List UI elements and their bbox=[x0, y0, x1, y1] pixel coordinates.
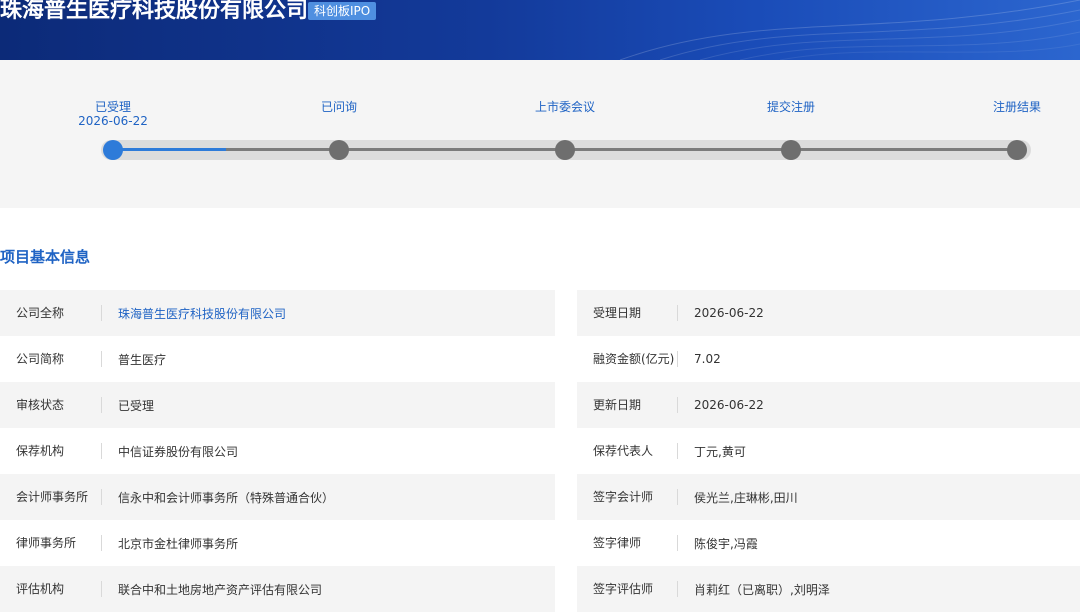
info-value: 肖莉红（已离职）,刘明泽 bbox=[694, 582, 830, 597]
step-dot-accepted bbox=[103, 140, 123, 160]
review-progress: 已受理 2026-06-22 已问询 上市委会议 提交注册 注册结果 bbox=[0, 60, 1080, 208]
info-value: 普生医疗 bbox=[118, 352, 167, 367]
info-label: 评估机构 bbox=[0, 581, 102, 597]
info-label: 受理日期 bbox=[577, 305, 678, 321]
step-name: 已受理 bbox=[94, 100, 131, 114]
info-label: 公司简称 bbox=[0, 351, 102, 367]
step-label-inquired: 已问询 bbox=[321, 100, 357, 114]
step-dot-committee bbox=[555, 140, 575, 160]
step-label-accepted: 已受理 2026-06-22 bbox=[78, 100, 148, 128]
info-label: 公司全称 bbox=[0, 305, 102, 321]
section-title: 项目基本信息 bbox=[0, 248, 91, 266]
step-dot-registration-result bbox=[1007, 140, 1027, 160]
info-label: 审核状态 bbox=[0, 397, 102, 413]
info-value: 中信证券股份有限公司 bbox=[118, 444, 239, 459]
board-tag-badge: 科创板IPO bbox=[308, 2, 377, 20]
step-dot-submit-registration bbox=[781, 140, 801, 160]
info-row-signing-lawyers: 签字律师 陈俊宇,冯霞 bbox=[577, 520, 1080, 566]
step-dot-inquired bbox=[329, 140, 349, 160]
info-value: 侯光兰,庄琳彬,田川 bbox=[694, 490, 798, 505]
info-value: 联合中和土地房地产资产评估有限公司 bbox=[118, 582, 323, 597]
info-value: 北京市金杜律师事务所 bbox=[118, 536, 239, 551]
info-label: 会计师事务所 bbox=[0, 489, 102, 505]
info-row-financing-amount: 融资金额(亿元) 7.02 bbox=[577, 336, 1080, 382]
header-banner: 珠海普生医疗科技股份有限公司 科创板IPO bbox=[0, 0, 1080, 60]
info-row-sponsor: 保荐机构 中信证券股份有限公司 bbox=[0, 428, 555, 474]
step-name: 已问询 bbox=[320, 100, 358, 114]
info-label: 签字律师 bbox=[577, 535, 678, 551]
step-label-committee: 上市委会议 bbox=[535, 100, 595, 114]
info-value: 2026-06-22 bbox=[694, 398, 764, 412]
info-label: 保荐代表人 bbox=[577, 443, 678, 459]
info-row-company-full-name: 公司全称 珠海普生医疗科技股份有限公司 bbox=[0, 290, 555, 336]
info-value: 已受理 bbox=[118, 398, 155, 413]
progress-fill bbox=[113, 148, 226, 151]
info-row-appraisal-firm: 评估机构 联合中和土地房地产资产评估有限公司 bbox=[0, 566, 555, 612]
info-label: 签字评估师 bbox=[577, 581, 678, 597]
info-row-accept-date: 受理日期 2026-06-22 bbox=[577, 290, 1080, 336]
info-row-review-status: 审核状态 已受理 bbox=[0, 382, 555, 428]
info-row-sponsor-representatives: 保荐代表人 丁元,黄可 bbox=[577, 428, 1080, 474]
info-value: 陈俊宇,冯霞 bbox=[694, 536, 758, 551]
info-row-law-firm: 律师事务所 北京市金杜律师事务所 bbox=[0, 520, 555, 566]
info-label: 融资金额(亿元) bbox=[577, 351, 678, 367]
info-row-signing-appraisers: 签字评估师 肖莉红（已离职）,刘明泽 bbox=[577, 566, 1080, 612]
step-name: 注册结果 bbox=[992, 100, 1042, 114]
step-label-submit-registration: 提交注册 bbox=[767, 100, 815, 114]
info-row-signing-accountants: 签字会计师 侯光兰,庄琳彬,田川 bbox=[577, 474, 1080, 520]
info-row-company-short-name: 公司简称 普生医疗 bbox=[0, 336, 555, 382]
step-date: 2026-06-22 bbox=[78, 114, 148, 128]
info-value: 丁元,黄可 bbox=[694, 444, 746, 459]
company-full-name-link[interactable]: 珠海普生医疗科技股份有限公司 bbox=[102, 305, 286, 322]
info-label: 签字会计师 bbox=[577, 489, 678, 505]
info-value: 7.02 bbox=[694, 352, 721, 366]
company-title: 珠海普生医疗科技股份有限公司 bbox=[0, 0, 309, 23]
info-value: 2026-06-22 bbox=[694, 306, 764, 320]
info-label: 更新日期 bbox=[577, 397, 678, 413]
info-row-accounting-firm: 会计师事务所 信永中和会计师事务所（特殊普通合伙） bbox=[0, 474, 555, 520]
step-name: 上市委会议 bbox=[534, 100, 596, 114]
info-label: 保荐机构 bbox=[0, 443, 102, 459]
info-row-update-date: 更新日期 2026-06-22 bbox=[577, 382, 1080, 428]
info-value: 信永中和会计师事务所（特殊普通合伙） bbox=[118, 490, 335, 505]
step-name: 提交注册 bbox=[766, 100, 816, 114]
step-label-registration-result: 注册结果 bbox=[993, 100, 1041, 114]
info-label: 律师事务所 bbox=[0, 535, 102, 551]
